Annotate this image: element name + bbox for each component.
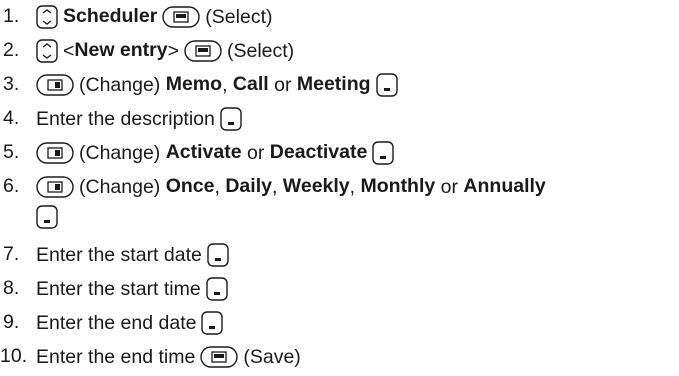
- step-number: 3.: [3, 73, 20, 95]
- instruction-text: Enter the end date: [36, 311, 197, 334]
- action-text: (Select): [226, 39, 295, 62]
- enter-key-icon: [206, 277, 228, 301]
- step-number: 2.: [3, 39, 20, 61]
- enter-key-icon: [375, 73, 398, 97]
- separator: or: [247, 141, 265, 164]
- option-weekly: Weekly: [282, 175, 350, 197]
- display-key-icon: [36, 176, 74, 198]
- menu-label: New entry: [74, 39, 168, 61]
- enter-key-icon: [220, 107, 242, 131]
- step-number: 8.: [3, 277, 20, 299]
- separator: ,: [271, 175, 278, 198]
- enter-key-icon: [36, 205, 58, 229]
- instruction-text: Enter the end time: [36, 345, 196, 368]
- instruction-list: 1. Scheduler (Select) 2. <New entry> (Se…: [0, 0, 679, 376]
- bracket-close: >: [167, 39, 179, 62]
- option-deactivate: Deactivate: [269, 141, 368, 163]
- option-call: Call: [232, 73, 269, 95]
- option-daily: Daily: [225, 175, 272, 197]
- step-number: 7.: [3, 243, 20, 265]
- action-text: (Change): [79, 73, 161, 96]
- option-meeting: Meeting: [296, 73, 371, 95]
- display-key-icon: [184, 40, 222, 62]
- bracket-open: <: [63, 39, 75, 62]
- separator: ,: [222, 73, 228, 96]
- navigation-key-icon: [36, 39, 58, 63]
- enter-key-icon: [201, 311, 224, 335]
- option-memo: Memo: [165, 73, 223, 95]
- separator: ,: [349, 175, 356, 198]
- navigation-key-icon: [36, 5, 58, 29]
- display-key-icon: [162, 6, 200, 28]
- step-number: 6.: [3, 175, 20, 197]
- display-key-icon: [200, 346, 239, 368]
- separator: or: [274, 73, 292, 96]
- display-key-icon: [36, 142, 74, 164]
- step-number: 1.: [3, 5, 20, 27]
- option-monthly: Monthly: [360, 175, 436, 197]
- step-number: 10.: [0, 345, 28, 367]
- display-key-icon: [36, 74, 74, 96]
- menu-label: Scheduler: [63, 5, 158, 27]
- enter-key-icon: [207, 243, 229, 267]
- instruction-text: Enter the start date: [36, 243, 202, 266]
- step-number: 4.: [3, 107, 20, 129]
- option-activate: Activate: [165, 141, 242, 163]
- step-number: 5.: [3, 141, 20, 163]
- action-text: (Save): [243, 345, 301, 368]
- separator: ,: [214, 175, 220, 198]
- instruction-text: Enter the start time: [36, 277, 201, 300]
- option-once: Once: [165, 175, 215, 197]
- enter-key-icon: [372, 141, 395, 165]
- action-text: (Change): [79, 141, 161, 164]
- step-number: 9.: [3, 311, 20, 333]
- separator: or: [440, 175, 458, 198]
- option-annually: Annually: [463, 175, 546, 197]
- action-text: (Change): [79, 175, 161, 198]
- action-text: (Select): [205, 5, 273, 28]
- instruction-text: Enter the description: [36, 107, 215, 130]
